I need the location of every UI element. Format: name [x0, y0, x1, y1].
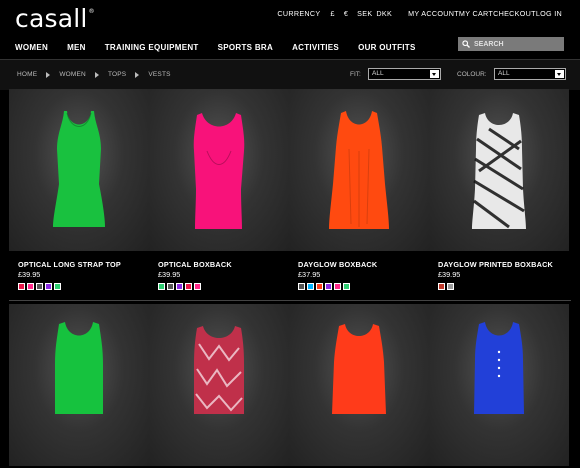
- currency-gbp[interactable]: £: [331, 9, 335, 18]
- color-swatch[interactable]: [27, 283, 34, 290]
- tank-top-image: [332, 324, 386, 414]
- color-swatches: [298, 283, 352, 290]
- product-name[interactable]: OPTICAL LONG STRAP TOP: [18, 260, 121, 269]
- my-cart-link[interactable]: MY CART: [459, 9, 493, 18]
- product-image[interactable]: [149, 304, 289, 466]
- product-image[interactable]: [9, 89, 149, 251]
- product-name[interactable]: DAYGLOW PRINTED BOXBACK: [438, 260, 553, 269]
- fit-value: ALL: [372, 70, 384, 77]
- chevron-right-icon: [46, 71, 51, 78]
- product-price: £39.95: [438, 270, 461, 279]
- color-swatch[interactable]: [438, 283, 445, 290]
- color-swatches: [18, 283, 63, 290]
- product-image[interactable]: [9, 304, 149, 466]
- chevron-down-icon: [430, 70, 439, 78]
- color-swatch[interactable]: [54, 283, 61, 290]
- currency-eur[interactable]: €: [344, 9, 348, 18]
- chevron-down-icon: [555, 70, 564, 78]
- casall-logo[interactable]: casall®: [15, 4, 95, 33]
- logo-text: casall: [15, 4, 88, 33]
- tank-top-image: [193, 113, 245, 229]
- currency-sek[interactable]: SEK: [357, 9, 372, 18]
- chevron-right-icon: [94, 71, 99, 78]
- top-nav: CURRENCY £ € SEK DKK MY ACCOUNT MY CART …: [277, 9, 562, 18]
- currency-dkk[interactable]: DKK: [376, 9, 392, 18]
- color-swatch[interactable]: [307, 283, 314, 290]
- nav-men[interactable]: MEN: [67, 43, 86, 52]
- color-swatch[interactable]: [158, 283, 165, 290]
- colour-label: COLOUR:: [457, 71, 487, 78]
- fit-select[interactable]: ALL: [368, 68, 441, 80]
- color-swatch[interactable]: [45, 283, 52, 290]
- color-swatch[interactable]: [176, 283, 183, 290]
- breadcrumb-women[interactable]: WOMEN: [59, 71, 86, 78]
- product-name[interactable]: DAYGLOW BOXBACK: [298, 260, 377, 269]
- color-swatch[interactable]: [167, 283, 174, 290]
- product-name[interactable]: OPTICAL BOXBACK: [158, 260, 232, 269]
- color-swatches: [158, 283, 203, 290]
- nav-training-equipment[interactable]: TRAINING EQUIPMENT: [105, 43, 199, 52]
- color-swatches: [438, 283, 456, 290]
- chevron-right-icon: [135, 71, 140, 78]
- product-image[interactable]: [289, 89, 429, 251]
- color-swatch[interactable]: [18, 283, 25, 290]
- tank-top-image: [53, 111, 105, 227]
- main-nav: WOMEN MEN TRAINING EQUIPMENT SPORTS BRA …: [15, 43, 435, 52]
- color-swatch[interactable]: [298, 283, 305, 290]
- colour-value: ALL: [498, 70, 510, 77]
- product-price: £39.95: [158, 270, 181, 279]
- product-price: £39.95: [18, 270, 41, 279]
- tank-top-image: [474, 322, 524, 414]
- row-divider: [9, 300, 571, 301]
- breadcrumb: HOME WOMEN TOPS VESTS: [17, 71, 171, 78]
- search-placeholder: SEARCH: [474, 40, 504, 48]
- color-swatch[interactable]: [343, 283, 350, 290]
- nav-sports-bra[interactable]: SPORTS BRA: [218, 43, 273, 52]
- nav-women[interactable]: WOMEN: [15, 43, 48, 52]
- tank-top-image: [194, 326, 244, 414]
- registered-mark: ®: [88, 8, 95, 15]
- colour-select[interactable]: ALL: [494, 68, 566, 80]
- tank-top-image: [55, 322, 103, 414]
- color-swatch[interactable]: [325, 283, 332, 290]
- product-image[interactable]: [149, 89, 289, 251]
- nav-activities[interactable]: ACTIVITIES: [292, 43, 339, 52]
- tank-top-image: [472, 113, 526, 229]
- product-image[interactable]: [429, 89, 569, 251]
- breadcrumb-vests: VESTS: [148, 71, 171, 78]
- log-in-link[interactable]: LOG IN: [536, 9, 562, 18]
- search-icon: [462, 40, 470, 48]
- filter-bar: HOME WOMEN TOPS VESTS FIT: ALL COLOUR: A…: [0, 59, 580, 90]
- product-price: £37.95: [298, 270, 321, 279]
- breadcrumb-home[interactable]: HOME: [17, 71, 37, 78]
- my-account-link[interactable]: MY ACCOUNT: [408, 9, 459, 18]
- color-swatch[interactable]: [36, 283, 43, 290]
- color-swatch[interactable]: [334, 283, 341, 290]
- breadcrumb-tops[interactable]: TOPS: [108, 71, 126, 78]
- currency-label: CURRENCY: [277, 9, 321, 18]
- fit-label: FIT:: [350, 71, 361, 78]
- product-image[interactable]: [289, 304, 429, 466]
- tank-top-image: [329, 111, 389, 229]
- nav-our-outfits[interactable]: OUR OUTFITS: [358, 43, 416, 52]
- color-swatch[interactable]: [447, 283, 454, 290]
- color-swatch[interactable]: [316, 283, 323, 290]
- checkout-link[interactable]: CHECKOUT: [493, 9, 536, 18]
- color-swatch[interactable]: [185, 283, 192, 290]
- color-swatch[interactable]: [194, 283, 201, 290]
- product-image[interactable]: [429, 304, 569, 466]
- search-input[interactable]: SEARCH: [458, 37, 564, 51]
